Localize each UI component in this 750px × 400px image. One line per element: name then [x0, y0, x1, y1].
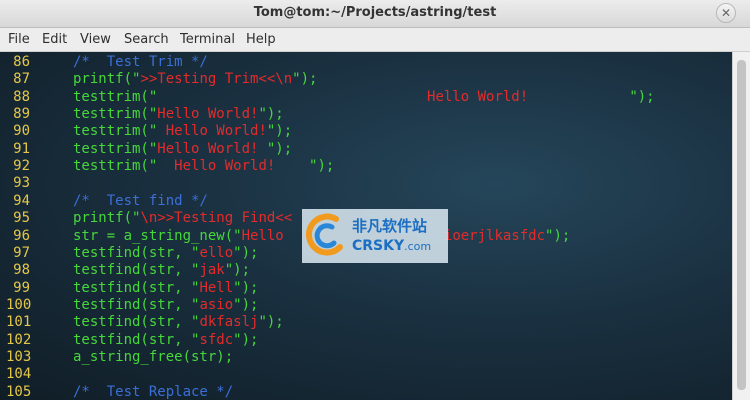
- title-bar[interactable]: Tom@tom:~/Projects/astring/test ✕: [0, 0, 750, 28]
- line-number: 105: [6, 383, 32, 400]
- line-number: 92: [13, 158, 30, 175]
- code-text: testtrim(" Hello World! ");: [73, 158, 335, 175]
- code-text: a_string_free(str);: [73, 348, 234, 365]
- window-title: Tom@tom:~/Projects/astring/test: [253, 5, 497, 20]
- watermark-cn-text: 非凡软件站: [352, 217, 428, 235]
- line-number: 98: [13, 262, 30, 279]
- code-text: testfind(str, "sfdc");: [73, 331, 259, 348]
- line-number: 99: [13, 279, 30, 296]
- code-text: testtrim(" Hello World! ");: [73, 88, 655, 105]
- code-text: /* Test Replace */: [73, 383, 234, 400]
- menu-bar: File Edit View Search Terminal Help: [0, 28, 750, 52]
- line-number: 87: [13, 71, 30, 88]
- scrollbar-thumb[interactable]: [737, 60, 746, 390]
- line-number: 94: [13, 192, 30, 209]
- code-text: /* Test find */: [73, 192, 208, 209]
- code-text: testfind(str, "jak");: [73, 262, 251, 279]
- code-text: printf("\n>>Testing Find<<: [73, 210, 293, 227]
- menu-help[interactable]: Help: [246, 32, 276, 47]
- code-text: testfind(str, "dkfaslj");: [73, 314, 284, 331]
- line-number: 89: [13, 106, 30, 123]
- menu-search[interactable]: Search: [124, 32, 169, 47]
- crsky-logo-icon: [306, 213, 343, 256]
- crsky-watermark: 非凡软件站 CRSKY.com: [302, 209, 448, 263]
- line-number: 102: [6, 331, 32, 348]
- menu-view[interactable]: View: [80, 32, 111, 47]
- code-text: testtrim("Hello World!");: [73, 106, 284, 123]
- code-text: testfind(str, "asio");: [73, 296, 259, 313]
- code-text: testfind(str, "Hell");: [73, 279, 259, 296]
- line-number: 88: [13, 88, 30, 105]
- terminal-window: Tom@tom:~/Projects/astring/test ✕ File E…: [0, 0, 750, 400]
- line-number: 101: [6, 314, 32, 331]
- menu-file[interactable]: File: [8, 32, 30, 47]
- menu-terminal[interactable]: Terminal: [180, 32, 235, 47]
- code-text: testfind(str, "ello");: [73, 244, 259, 261]
- line-number: 96: [13, 227, 30, 244]
- line-number: 95: [13, 210, 30, 227]
- code-text: printf(">>Testing Trim<<\n");: [73, 71, 318, 88]
- line-number: 86: [13, 54, 30, 70]
- watermark-en-text: CRSKY.com: [352, 238, 432, 254]
- line-number: 93: [13, 175, 30, 192]
- line-number: 100: [6, 296, 32, 313]
- code-text: testtrim("Hello World! ");: [73, 140, 293, 157]
- line-number: 104: [6, 366, 32, 383]
- line-number: 91: [13, 140, 30, 157]
- vertical-scrollbar[interactable]: [732, 52, 750, 400]
- line-number: 97: [13, 244, 30, 261]
- close-icon[interactable]: ✕: [716, 3, 736, 23]
- menu-edit[interactable]: Edit: [42, 32, 67, 47]
- code-text: testtrim(" Hello World!");: [73, 123, 293, 140]
- code-text: /* Test Trim */: [73, 54, 208, 70]
- line-number: 90: [13, 123, 30, 140]
- line-number: 103: [6, 348, 32, 365]
